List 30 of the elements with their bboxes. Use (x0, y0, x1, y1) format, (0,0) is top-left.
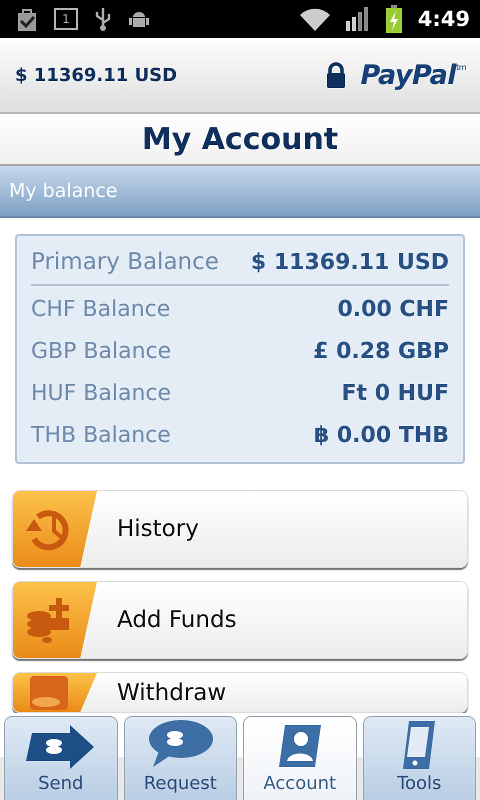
menu-item[interactable]: Withdraw (12, 672, 468, 713)
calendar-icon: 1 (54, 8, 78, 30)
signal-icon (346, 7, 370, 31)
task-check-icon (16, 7, 38, 31)
menu-item[interactable]: Add Funds (12, 581, 468, 659)
balance-amount: £ 0.28 GBP (313, 338, 449, 364)
person-icon (276, 723, 323, 769)
page-title: My Account (142, 122, 338, 156)
balance-amount: Ft 0 HUF (342, 380, 449, 406)
balance-label: THB Balance (31, 422, 171, 448)
nav-tab[interactable]: Account (243, 716, 356, 800)
wifi-icon (300, 7, 330, 31)
balance-label: CHF Balance (31, 296, 170, 322)
balance-label: HUF Balance (31, 380, 172, 406)
menu-item[interactable]: History (12, 490, 468, 568)
clock-time: 4:49 (418, 7, 470, 31)
section-header: My balance (9, 180, 118, 202)
lock-icon (326, 62, 346, 88)
usb-icon (94, 6, 112, 32)
balance-amount: ฿ 0.00 THB (314, 422, 449, 448)
nav-tab[interactable]: Send (4, 716, 118, 800)
battery-charging-icon (386, 5, 402, 33)
nav-tab[interactable]: Tools (362, 716, 476, 800)
balance-label: GBP Balance (31, 338, 172, 364)
balance-amount: $ 11369.11 USD (250, 250, 449, 274)
nav-tab[interactable]: Request (124, 716, 237, 800)
balance-amount: 0.00 CHF (337, 296, 449, 322)
balance-label: Primary Balance (31, 249, 219, 275)
header-balance: $ 11369.11 USD (15, 64, 178, 86)
paypal-logo: PayPal$^{tm}$ (360, 60, 466, 90)
